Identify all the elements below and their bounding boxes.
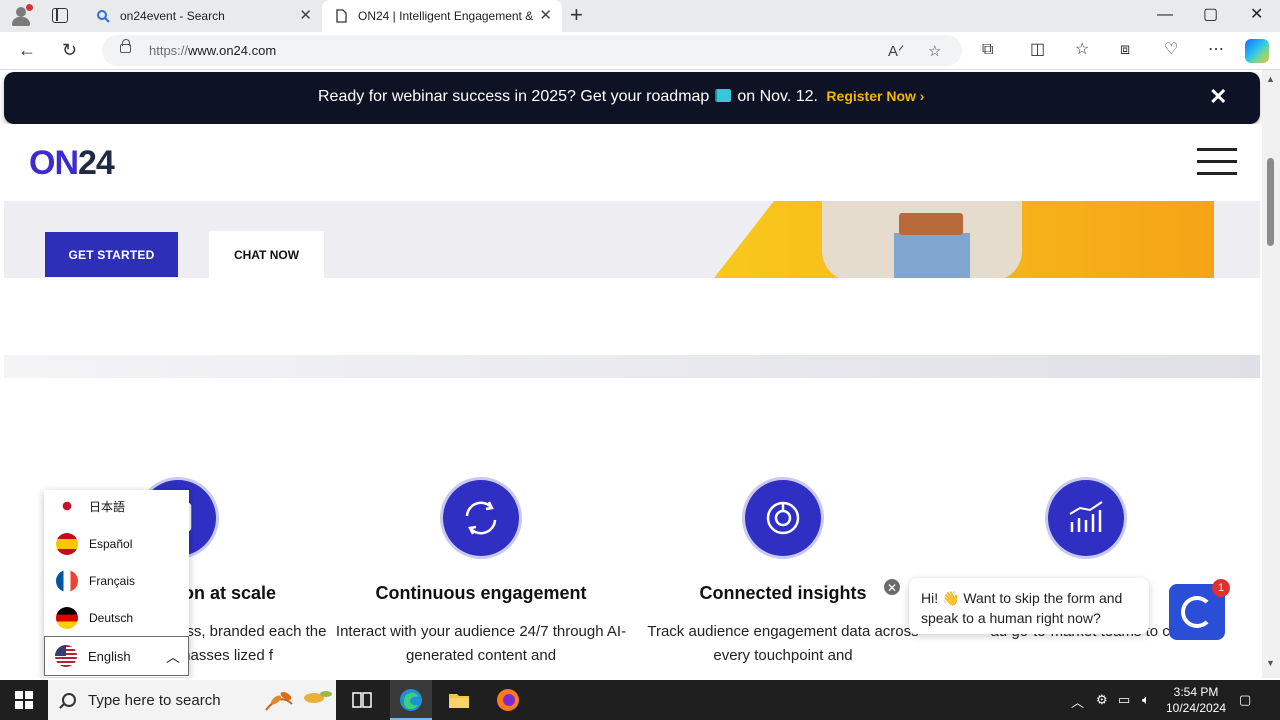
minimize-button[interactable]: — [1157,6,1173,24]
file-explorer-icon[interactable] [447,688,471,712]
banner-text: Ready for webinar success in 2025? Get y… [318,88,925,105]
hamburger-menu-icon[interactable] [1197,148,1237,175]
on24-logo[interactable]: ON24 [29,144,115,183]
maximize-button[interactable]: ▢ [1203,6,1218,24]
windows-taskbar: Type here to search ︿ ⚙ ▭ 🔈︎ 3:54 PM 10/… [0,680,1280,720]
extensions-icon[interactable]: ⧉ [982,41,993,59]
germany-flag-icon [56,607,78,629]
device-icon[interactable]: ⚙ [1096,692,1108,708]
edge-browser-icon[interactable] [399,688,423,712]
tab-label: on24event - Search [120,9,225,23]
back-arrow-icon[interactable]: ← [18,40,36,60]
task-view-icon[interactable] [350,688,374,712]
page-icon [336,9,347,23]
search-icon [62,693,76,707]
network-icon[interactable]: ▭ [1118,692,1130,708]
feature-title: Continuous engagement [375,583,587,603]
scroll-down-icon[interactable]: ▼ [1266,658,1275,668]
autumn-leaves-icon [265,691,332,711]
new-tab-icon[interactable]: + [570,4,583,26]
site-header: ON24 [4,124,1260,202]
notifications-icon[interactable]: ▢ [1239,692,1251,708]
usa-flag-icon [55,645,77,667]
language-option-de[interactable]: Deutsch [56,606,133,630]
spain-flag-icon [56,533,78,555]
section-divider [4,355,1260,378]
chevron-up-icon: ︿ [166,649,180,665]
volume-icon[interactable]: 🔈︎ [1142,692,1150,708]
page-scrollbar[interactable]: ▲ ▼ [1262,70,1280,678]
firefox-icon[interactable] [496,688,520,712]
register-now-link[interactable]: Register Now › [826,88,924,104]
lock-icon[interactable] [120,39,131,53]
scrollbar-thumb[interactable] [1267,158,1274,246]
chat-now-button[interactable]: CHAT NOW [209,231,324,278]
feature-description: Track audience engagement data across ev… [647,623,919,664]
close-tab-icon[interactable]: ✕ [539,8,552,24]
browser-essentials-icon[interactable]: ♡ [1164,41,1178,59]
split-screen-icon[interactable]: ◫ [1030,41,1045,59]
france-flag-icon [56,570,78,592]
language-option-fr[interactable]: Français [56,569,135,593]
copilot-icon[interactable] [1245,39,1269,63]
profile-avatar-icon[interactable] [8,4,34,28]
feature-description: Interact with your audience 24/7 through… [335,623,627,664]
tab-on24[interactable]: ON24 | Intelligent Engagement & ✕ [322,0,562,32]
close-window-button[interactable]: ✕ [1250,6,1263,24]
system-clock[interactable]: 3:54 PM 10/24/2024 [1160,684,1232,716]
address-bar[interactable]: https://www.on24.com Aᐟ ☆ [102,35,962,66]
refresh-icon[interactable]: ↻ [62,40,77,60]
book-icon [715,89,732,102]
line-bar-chart-icon [1048,480,1124,556]
windows-start-icon[interactable] [15,691,33,709]
language-option-ja[interactable]: 日本語 [56,494,125,518]
language-selector[interactable]: English ︿ [44,636,189,676]
page-viewport: Ready for webinar success in 2025? Get y… [0,70,1262,678]
close-chat-bubble-icon[interactable]: ✕ [883,578,901,596]
pie-chart-icon [745,480,821,556]
chat-logo-icon [1181,596,1213,628]
close-tab-icon[interactable]: ✕ [299,8,312,24]
selected-language: English [88,648,131,664]
close-banner-icon[interactable]: ✕ [1209,85,1227,109]
get-started-button[interactable]: GET STARTED [45,232,178,277]
tab-search[interactable]: on24event - Search ✕ [84,0,322,32]
refresh-cycle-icon [443,480,519,556]
japan-flag-icon [56,495,78,517]
browser-tab-bar: on24event - Search ✕ ON24 | Intelligent … [0,0,1280,32]
tab-label: ON24 | Intelligent Engagement & [358,9,534,23]
chat-notification-badge: 1 [1212,579,1230,597]
favorites-icon[interactable]: ☆ [1075,41,1089,59]
search-icon [97,10,110,23]
more-options-icon[interactable]: ⋯ [1208,41,1224,59]
read-aloud-icon[interactable]: Aᐟ [888,42,904,60]
collections-icon[interactable]: ⧈ [1120,41,1130,59]
scroll-up-icon[interactable]: ▲ [1266,74,1275,84]
language-option-es[interactable]: Español [56,532,132,556]
promo-banner: Ready for webinar success in 2025? Get y… [4,72,1260,124]
favorite-star-icon[interactable]: ☆ [928,42,941,60]
browser-toolbar: ← ↻ https://www.on24.com Aᐟ ☆ ⧉ ◫ ☆ ⧈ ♡ … [0,32,1280,70]
show-hidden-icons-icon[interactable]: ︿ [1071,692,1084,711]
hero-section [4,201,1260,278]
url-text[interactable]: https://www.on24.com [149,43,276,58]
chat-prompt-bubble[interactable]: Hi! 👋 Want to skip the form and speak to… [909,578,1149,634]
tab-actions-icon[interactable] [52,8,68,23]
